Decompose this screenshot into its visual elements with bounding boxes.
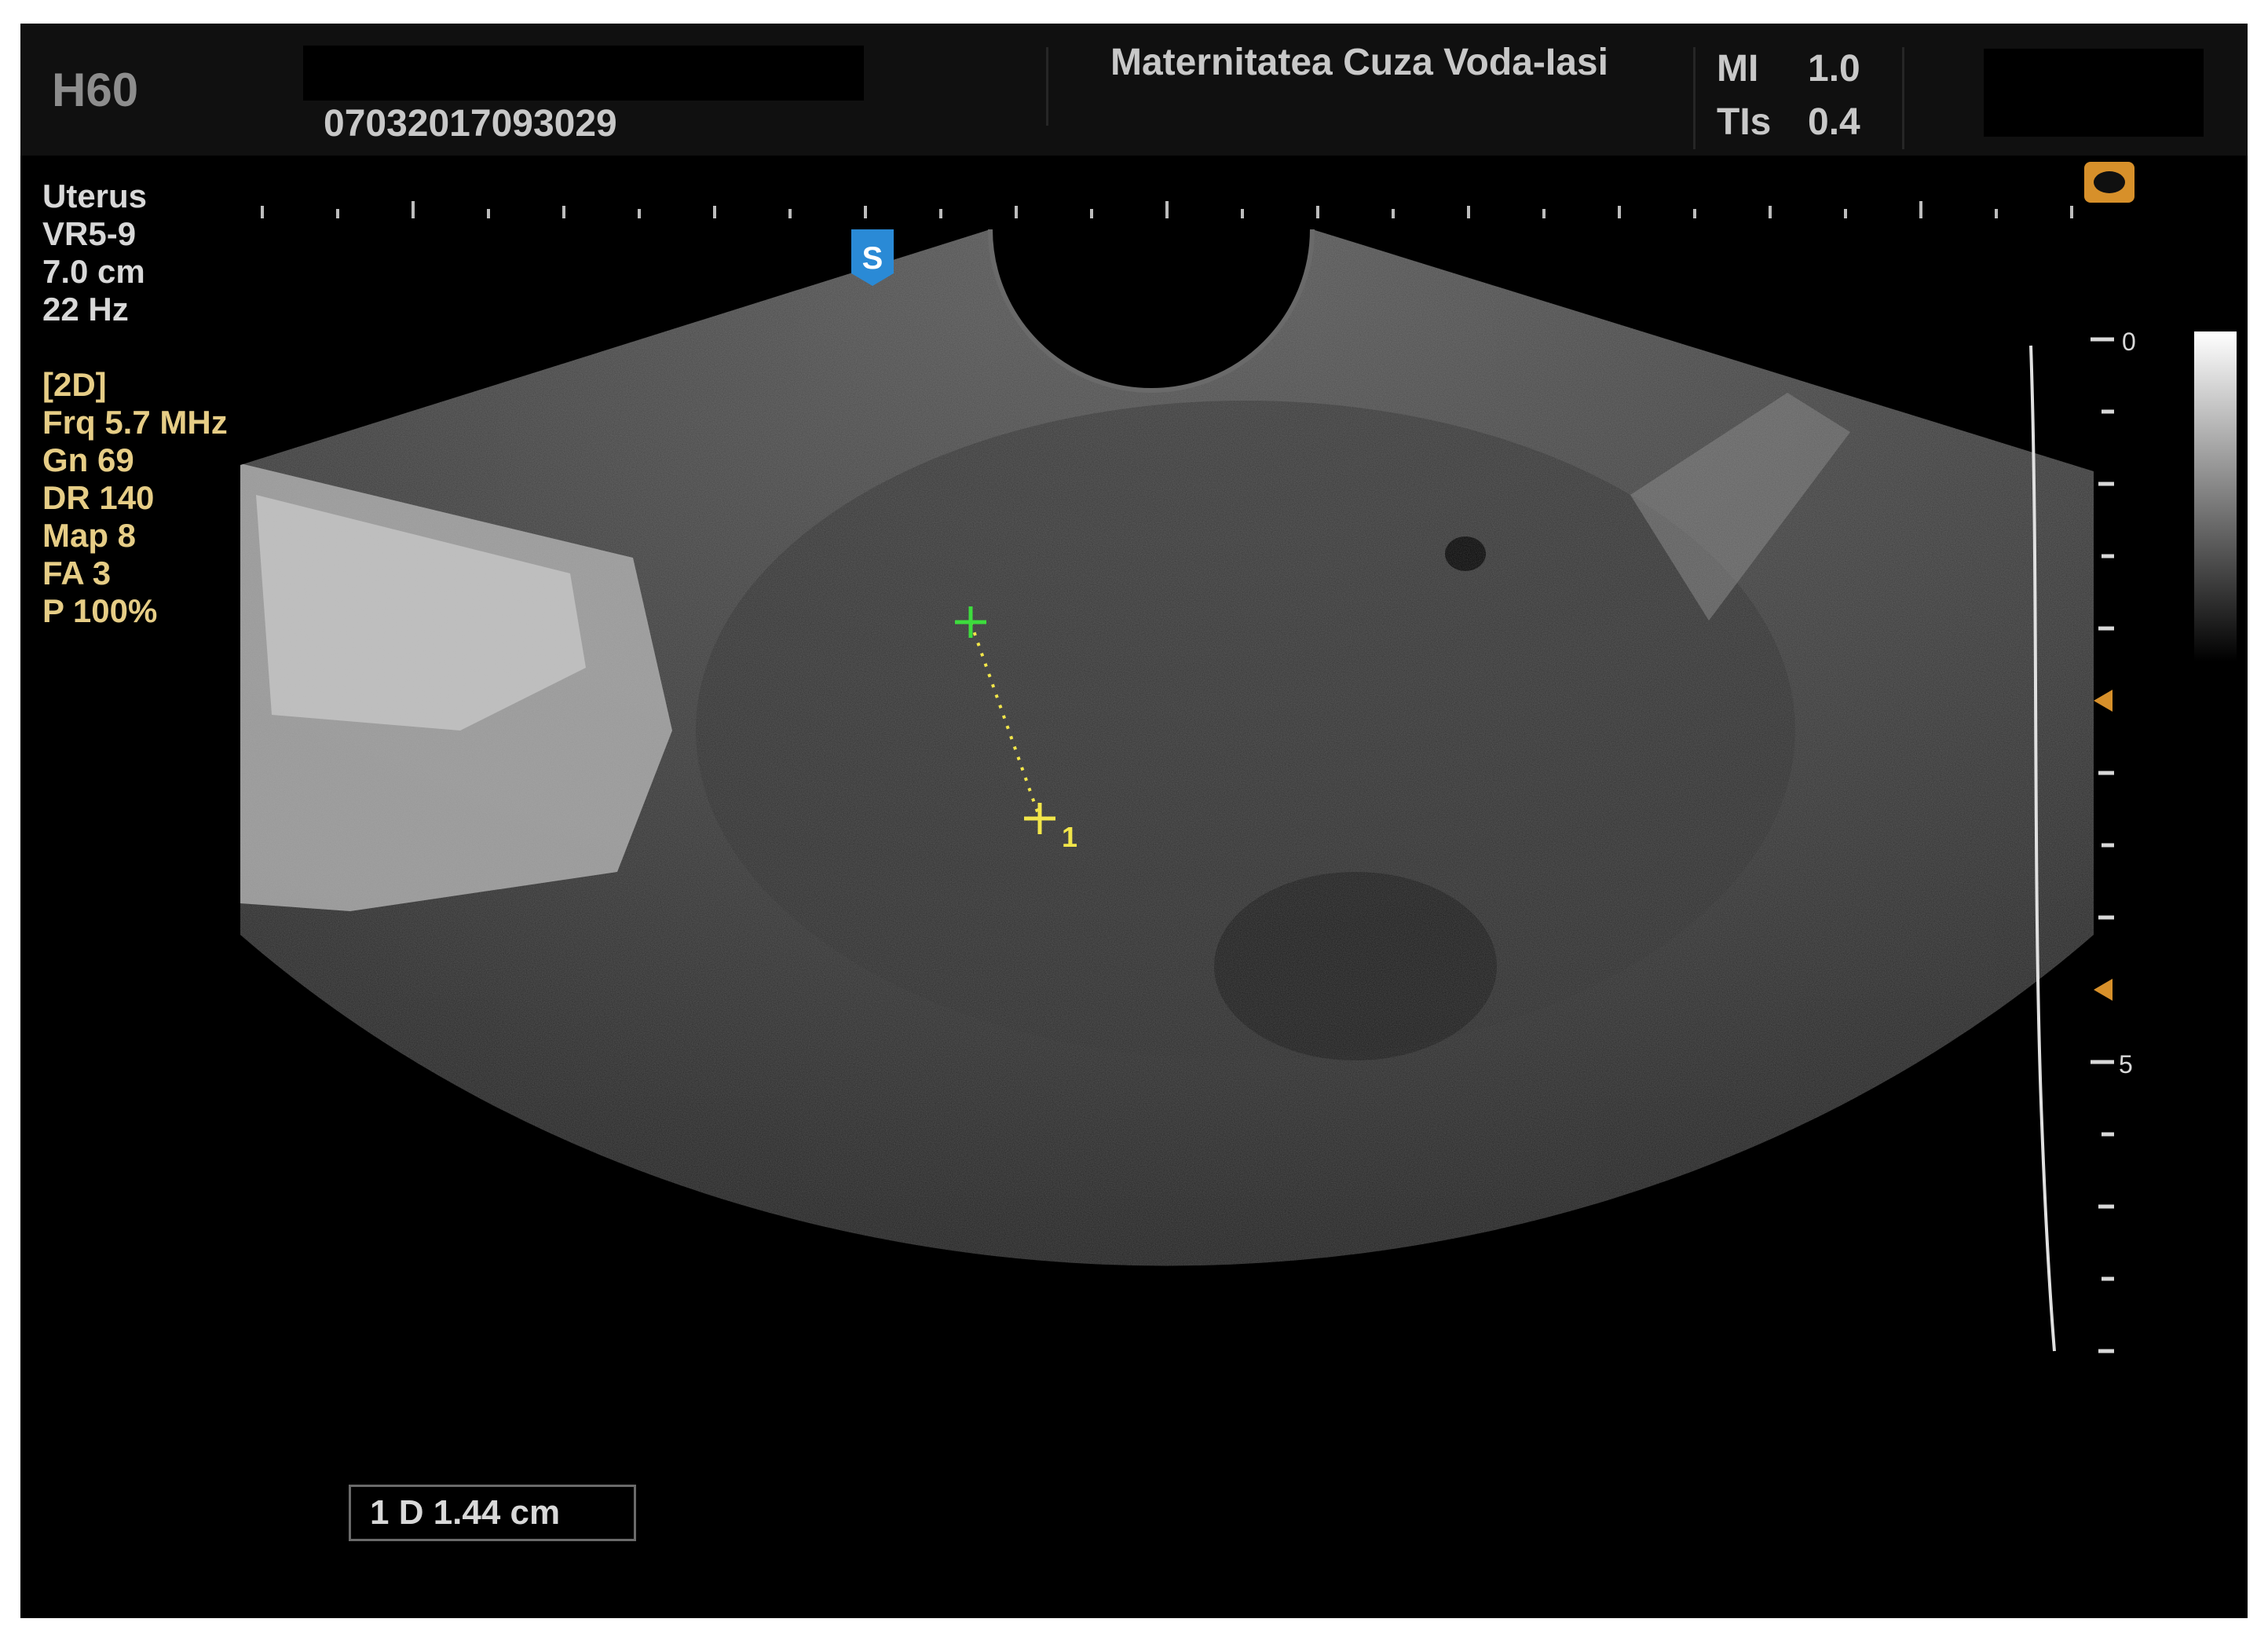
focus-marker-icon [2094,690,2113,712]
exam-id: 07032017093029 [324,103,617,145]
header-bar: H60 07032017093029 Maternitatea Cuza Vod… [20,24,2248,156]
ultrasound-display: S 0 5 1 H60 07032017093029 Maternitatea … [20,24,2248,1618]
grayscale-bar [2194,331,2237,661]
mi-value: 1.0 [1808,48,1860,90]
depth-scale [2091,337,2114,1353]
depth-label-5: 5 [2119,1050,2133,1079]
frame-average-param: FA 3 [42,555,112,591]
frame-rate: 22 Hz [42,291,129,328]
probe-orientation-icon [2084,162,2134,203]
depth-label-0: 0 [2122,328,2136,356]
mi-label: MI [1717,48,1759,90]
probe-model: VR5-9 [42,215,137,252]
redacted-patient-name [303,46,864,101]
lateral-ruler [261,201,2073,218]
header-divider [1046,47,1048,126]
depth-value: 7.0 cm [42,253,145,290]
steer-marker-label: S [862,241,883,276]
dynamic-range-param: DR 140 [42,479,155,516]
header-divider [1693,47,1696,149]
mode-label: [2D] [42,366,107,403]
frequency-param: Frq 5.7 MHz [42,404,228,441]
map-param: Map 8 [42,517,137,554]
caliper-label: 1 [1062,821,1077,853]
preset-name: Uterus [42,178,148,214]
redacted-info [1984,49,2204,137]
measurement-result: 1 D 1.44 cm [349,1485,636,1541]
probe-params: Uterus VR5-9 7.0 cm 22 Hz [42,178,147,328]
power-param: P 100% [42,592,158,629]
imaging-params: [2D] Frq 5.7 MHz Gn 69 DR 140 Map 8 FA 3… [42,366,228,630]
header-divider [1902,47,1904,149]
tis-label: TIs [1717,101,1772,143]
focus-marker-icon [2094,979,2113,1001]
gain-param: Gn 69 [42,441,134,478]
tis-value: 0.4 [1808,101,1860,143]
ultrasound-image: S 0 5 1 [240,162,2237,1353]
system-model: H60 [52,64,139,116]
hospital-name: Maternitatea Cuza Voda-Iasi [1110,42,1608,83]
